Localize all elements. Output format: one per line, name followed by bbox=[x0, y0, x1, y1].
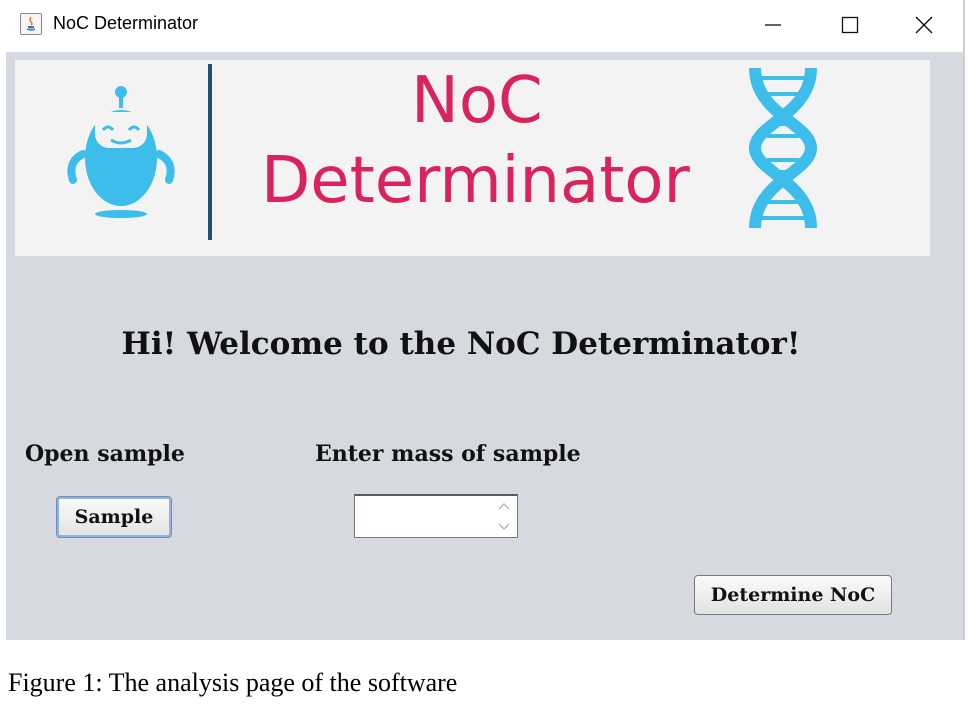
welcome-heading: Hi! Welcome to the NoC Determinator! bbox=[121, 326, 801, 362]
window-border bbox=[963, 0, 965, 640]
title-bar[interactable]: NoC Determinator bbox=[6, 0, 964, 52]
logo-banner: NoC Determinator bbox=[15, 60, 930, 256]
robot-icon bbox=[67, 86, 175, 218]
banner-title-line1: NoC bbox=[411, 64, 543, 138]
figure-caption: Figure 1: The analysis page of the softw… bbox=[8, 668, 458, 697]
minimize-icon bbox=[765, 24, 781, 26]
window-title: NoC Determinator bbox=[53, 13, 199, 33]
maximize-icon bbox=[841, 16, 859, 34]
open-sample-label: Open sample bbox=[25, 441, 185, 467]
mass-spinner[interactable] bbox=[354, 494, 518, 538]
sample-button[interactable]: Sample bbox=[56, 496, 172, 538]
banner-title-line2: Determinator bbox=[261, 144, 690, 218]
app-window: NoC Determinator NoC Determinator Hi! We… bbox=[6, 0, 964, 640]
mass-label: Enter mass of sample bbox=[315, 441, 581, 467]
chevron-up-icon bbox=[498, 503, 510, 510]
maximize-button[interactable] bbox=[830, 6, 870, 44]
banner-divider bbox=[208, 64, 212, 240]
minimize-button[interactable] bbox=[753, 6, 793, 44]
java-app-icon bbox=[20, 13, 42, 35]
chevron-down-icon bbox=[498, 523, 510, 530]
determine-noc-button[interactable]: Determine NoC bbox=[694, 575, 892, 615]
close-icon bbox=[915, 16, 933, 34]
close-button[interactable] bbox=[904, 6, 944, 44]
spinner-down-button[interactable] bbox=[491, 517, 517, 538]
spinner-up-button[interactable] bbox=[491, 496, 517, 517]
dna-helix-icon bbox=[748, 67, 818, 229]
